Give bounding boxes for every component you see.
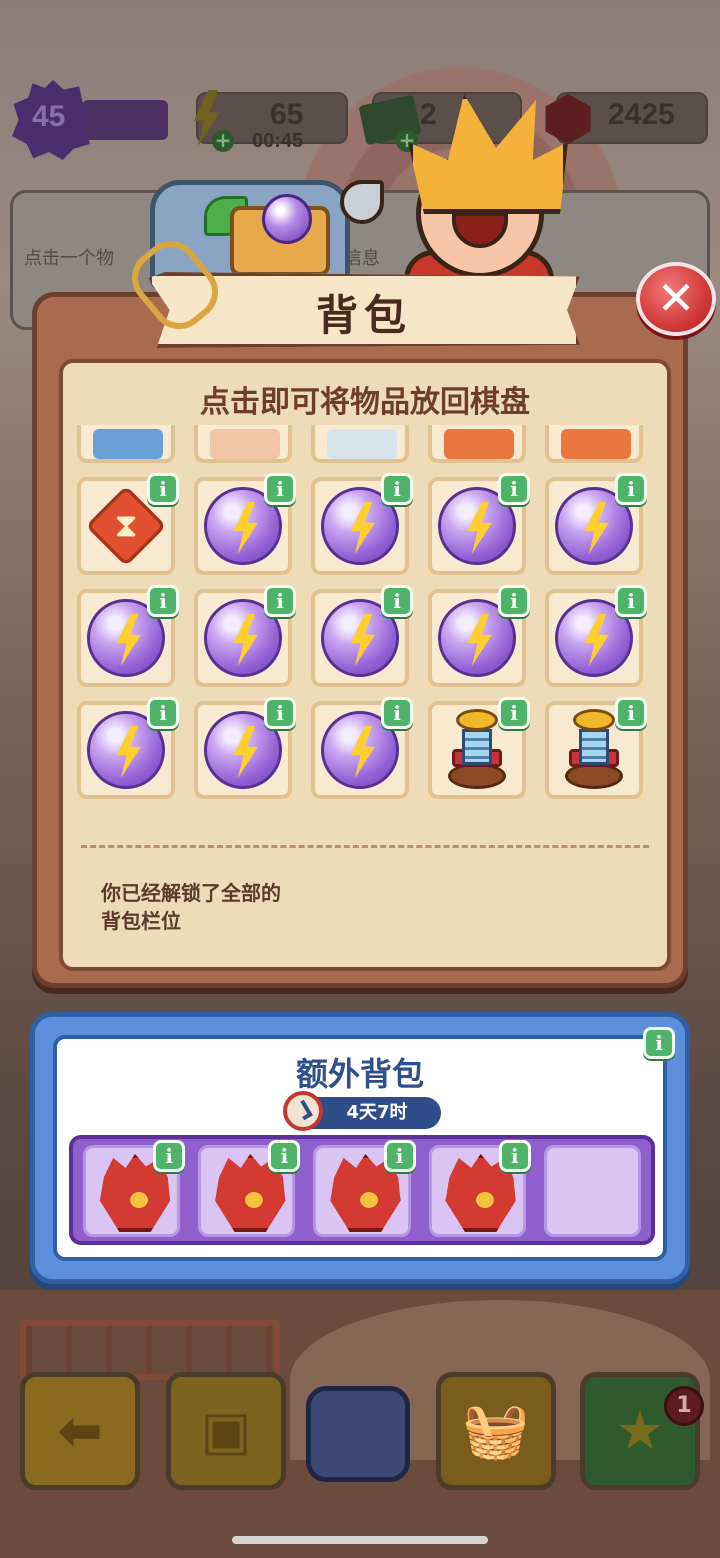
energy-value: 65 <box>270 98 304 131</box>
backpack-slot[interactable] <box>545 425 643 463</box>
item-info-button[interactable]: i <box>615 473 647 505</box>
backpack-slot[interactable]: i <box>545 585 647 687</box>
energy-plus-icon[interactable]: + <box>212 130 234 152</box>
home-indicator <box>232 1536 488 1544</box>
level-progress-bar <box>82 100 168 140</box>
item-info-button[interactable]: i <box>381 697 413 729</box>
extra-slot[interactable]: i <box>313 1140 416 1237</box>
backpack-slot[interactable]: i <box>194 697 296 799</box>
partial-item-icon <box>327 429 397 459</box>
clock-icon <box>283 1091 323 1131</box>
backpack-slot[interactable]: i <box>428 473 530 575</box>
backpack-slot[interactable]: i <box>311 473 413 575</box>
backpack-slot[interactable]: i <box>428 585 530 687</box>
slots-unlocked-note: 你已经解锁了全部的 背包栏位 <box>101 881 281 933</box>
backpack-panel: 点击即可将物品放回棋盘 i i i i i i i i i i i i i i i 你已经解锁了全部的 背包… <box>32 292 688 988</box>
backpack-inner: 点击即可将物品放回棋盘 i i i i i i i i i i i i i i i 你已经解锁了全部的 背包… <box>59 359 671 971</box>
item-info-button[interactable]: i <box>147 697 179 729</box>
backpack-title: 背包 <box>315 291 412 340</box>
extra-backpack-inner: 额外背包 4天7时 i iiii <box>53 1027 675 1261</box>
backpack-button[interactable]: ▣ <box>166 1372 286 1490</box>
item-info-button[interactable]: i <box>615 585 647 617</box>
energy-orb-illustration <box>262 194 312 244</box>
close-button[interactable]: ✕ <box>636 262 716 336</box>
item-info-button[interactable]: i <box>153 1140 186 1172</box>
divider <box>81 845 649 848</box>
extra-slot[interactable]: i <box>428 1140 531 1237</box>
cash-value: 2 <box>420 98 437 131</box>
item-info-button[interactable]: i <box>498 473 530 505</box>
backpack-slot[interactable]: i <box>77 697 179 799</box>
item-info-button[interactable]: i <box>498 585 530 617</box>
notification-badge: 1 <box>664 1386 704 1426</box>
item-info-button[interactable]: i <box>498 697 530 729</box>
partial-item-icon <box>210 429 280 459</box>
item-info-button[interactable]: i <box>147 585 179 617</box>
backpack-grid-viewport[interactable]: i i i i i i i i i i i i i i i <box>77 425 657 817</box>
back-button[interactable]: ⬅ <box>20 1372 140 1490</box>
partial-item-icon <box>561 429 631 459</box>
item-info-button[interactable]: i <box>383 1140 416 1172</box>
extra-backpack-tray: iiii <box>69 1135 655 1245</box>
backpack-slot[interactable]: i <box>311 697 413 799</box>
extra-slot[interactable]: i <box>198 1140 301 1237</box>
gem-value: 2425 <box>608 98 675 131</box>
backpack-slot[interactable]: i <box>194 585 296 687</box>
backpack-slot[interactable]: i <box>311 585 413 687</box>
backpack-slot[interactable] <box>194 425 292 463</box>
backpack-slot[interactable]: i <box>77 473 179 575</box>
background-hint-text: 点击一个物 <box>24 248 114 269</box>
item-info-button[interactable]: i <box>147 473 179 505</box>
item-info-button[interactable]: i <box>615 697 647 729</box>
backpack-slot[interactable] <box>77 425 175 463</box>
item-info-button[interactable]: i <box>264 473 296 505</box>
backpack-slot[interactable]: i <box>77 585 179 687</box>
item-info-button[interactable]: i <box>264 697 296 729</box>
backpack-slot[interactable] <box>311 425 409 463</box>
backpack-grid: i i i i i i i i i i i i i i i <box>77 425 647 799</box>
item-info-button[interactable]: i <box>381 473 413 505</box>
back-arrow-icon: ⬅ <box>57 1399 103 1462</box>
backpack-slot[interactable]: i <box>194 473 296 575</box>
partial-item-icon <box>93 429 163 459</box>
backpack-slot[interactable] <box>428 425 526 463</box>
extra-slot-empty[interactable] <box>543 1145 642 1237</box>
extra-slot[interactable]: i <box>83 1140 186 1237</box>
item-info-button[interactable]: i <box>264 585 296 617</box>
extra-backpack-title: 额外背包 <box>295 1055 424 1093</box>
basket-icon: 🧺 <box>462 1399 530 1462</box>
energy-timer: 00:45 <box>252 130 304 152</box>
treasure-chest-button[interactable] <box>306 1386 410 1482</box>
item-info-button[interactable]: i <box>498 1140 531 1172</box>
level-number: 45 <box>32 100 66 133</box>
extra-backpack-info-button[interactable]: i <box>643 1027 675 1059</box>
extra-backpack-panel: 额外背包 4天7时 i iiii <box>30 1012 690 1284</box>
background-window <box>20 1320 280 1380</box>
shop-basket-button[interactable]: 🧺 <box>436 1372 556 1490</box>
backpack-subtitle: 点击即可将物品放回棋盘 <box>200 385 530 420</box>
backpack-slot[interactable]: i <box>545 473 647 575</box>
partial-item-icon <box>444 429 514 459</box>
item-info-button[interactable]: i <box>268 1140 301 1172</box>
backpack-slot[interactable]: i <box>428 697 530 799</box>
backpack-slot[interactable]: i <box>545 697 647 799</box>
backpack-icon: ▣ <box>200 1399 252 1462</box>
axe-illustration <box>340 180 384 224</box>
item-info-button[interactable]: i <box>381 585 413 617</box>
